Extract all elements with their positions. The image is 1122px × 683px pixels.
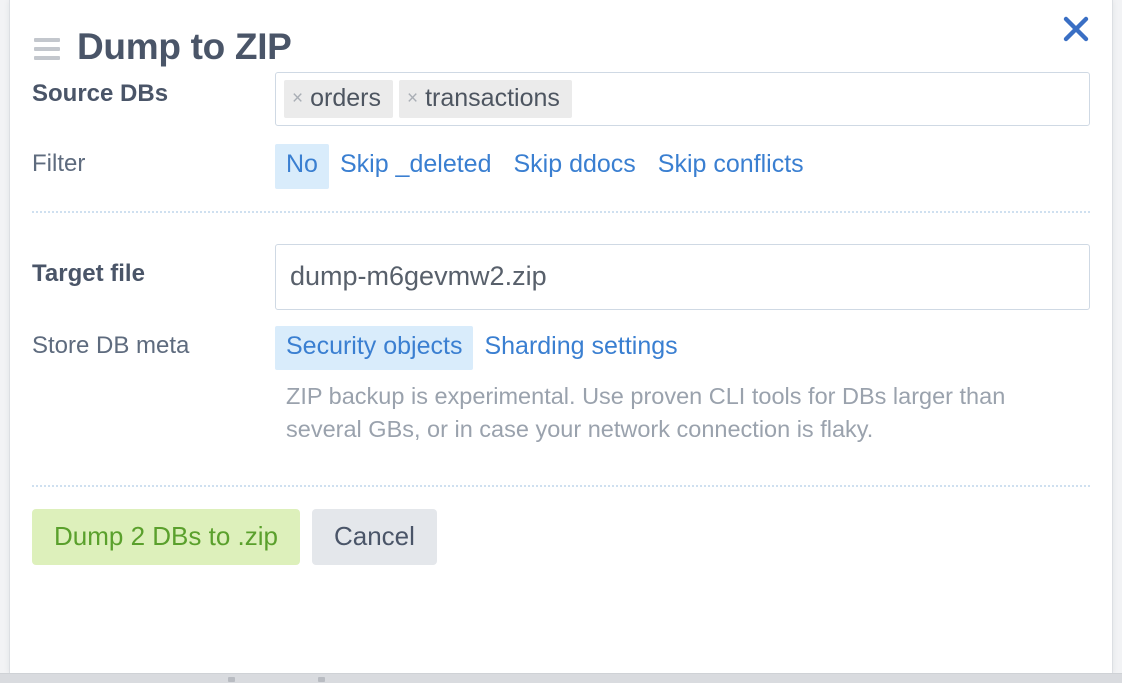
page-title: Dump to ZIP (77, 26, 292, 67)
source-dbs-label: Source DBs (32, 80, 169, 107)
tag-chip[interactable]: × transactions (398, 80, 572, 118)
filter-option-skip-ddocs[interactable]: Skip ddocs (502, 144, 646, 189)
tag-chip[interactable]: × orders (284, 80, 393, 118)
dialog-header: Dump to ZIP (10, 0, 1112, 68)
store-meta-option-security-objects[interactable]: Security objects (275, 325, 474, 370)
store-db-meta-field: Security objects Sharding settings ZIP b… (275, 324, 1090, 447)
window-edge-nub (318, 677, 325, 682)
filter-option-skip-conflicts[interactable]: Skip conflicts (647, 144, 815, 189)
target-file-input[interactable]: dump-m6gevmw2.zip (275, 243, 1090, 310)
store-db-meta-toggle-group: Security objects Sharding settings (275, 324, 1090, 371)
zip-backup-hint: ZIP backup is experimental. Use proven C… (286, 383, 1006, 443)
tag-label: orders (310, 84, 381, 112)
dialog-body: Source DBs × orders × transactions Filte… (10, 72, 1112, 566)
target-file-label: Target file (32, 259, 145, 287)
dump-button[interactable]: Dump 2 DBs to .zip (32, 508, 300, 566)
tag-remove-icon[interactable]: × (407, 89, 418, 108)
hamburger-bar (34, 47, 60, 51)
filter-field: No Skip _deleted Skip ddocs Skip conflic… (275, 142, 1090, 189)
filter-option-skip-deleted[interactable]: Skip _deleted (329, 144, 503, 189)
filter-label: Filter (32, 150, 86, 177)
source-dbs-field: × orders × transactions (275, 72, 1090, 126)
store-db-meta-label: Store DB meta (32, 331, 190, 359)
tag-remove-icon[interactable]: × (292, 89, 303, 108)
screen: Dump to ZIP Source DBs × orders × transa… (0, 0, 1122, 683)
close-icon[interactable] (1059, 12, 1093, 46)
filter-toggle-group: No Skip _deleted Skip ddocs Skip conflic… (275, 142, 1090, 189)
hamburger-bar (34, 38, 60, 42)
target-file-field: dump-m6gevmw2.zip (275, 243, 1090, 310)
cancel-button[interactable]: Cancel (311, 508, 437, 566)
source-dbs-input[interactable]: × orders × transactions (275, 72, 1090, 126)
window-edge-nub (228, 677, 235, 682)
store-db-meta-row: Store DB meta Security objects Sharding … (10, 324, 1112, 447)
store-meta-option-sharding-settings[interactable]: Sharding settings (473, 326, 688, 371)
hamburger-bar (34, 56, 60, 60)
hamburger-icon[interactable] (34, 38, 60, 60)
filter-option-no[interactable]: No (275, 144, 329, 189)
filter-row: Filter No Skip _deleted Skip ddocs Skip … (10, 142, 1112, 189)
tag-label: transactions (425, 84, 560, 112)
section-divider (32, 210, 1090, 213)
target-file-row: Target file dump-m6gevmw2.zip (10, 243, 1112, 310)
background-window-edge (0, 673, 1122, 683)
dump-to-zip-dialog: Dump to ZIP Source DBs × orders × transa… (9, 0, 1113, 674)
dialog-footer: Dump 2 DBs to .zip Cancel (10, 487, 1112, 566)
source-dbs-row: Source DBs × orders × transactions (10, 72, 1112, 126)
